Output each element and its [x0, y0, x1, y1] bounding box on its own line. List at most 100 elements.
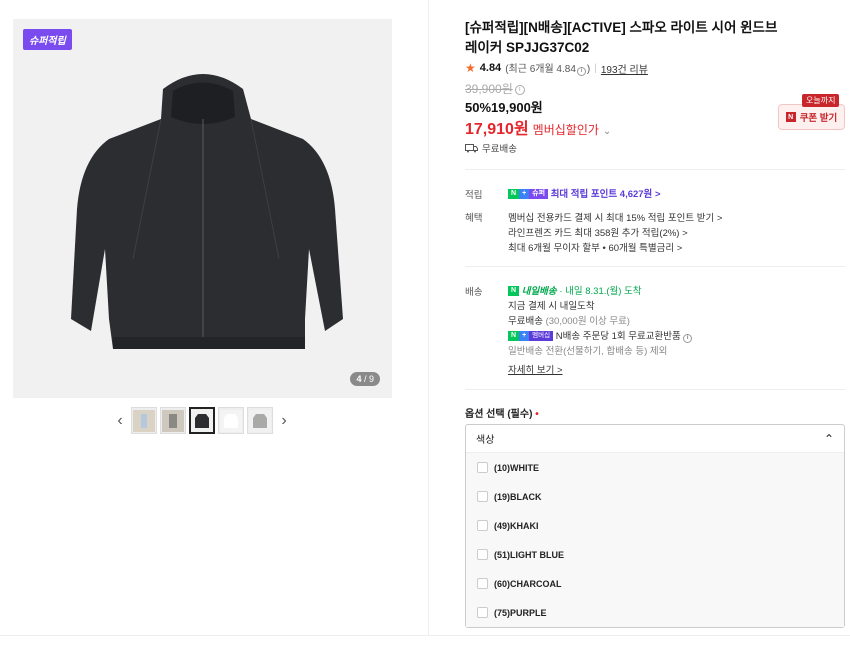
original-price: 39,900원 i [465, 80, 525, 97]
separator: | [594, 62, 597, 74]
option-label: (19)BLACK [494, 491, 542, 502]
max-points-link: 최대 적립 포인트 4,627원 > [550, 189, 661, 200]
option-label: (10)WHITE [494, 462, 539, 473]
required-mark: • [535, 409, 539, 420]
today-only-badge: 오늘까지 [802, 94, 840, 107]
image-page-counter: 4 / 9 [350, 372, 380, 386]
coupon-label: 쿠폰 받기 [799, 113, 838, 124]
bottom-divider [0, 635, 850, 636]
checkbox[interactable] [477, 607, 488, 618]
rating-recent-text: (최근 6개월 4.84 [505, 64, 576, 75]
option-item-charcoal[interactable]: (60)CHARCOAL [466, 569, 844, 598]
free-shipping-row: 무료배송 [465, 141, 517, 155]
delivery-line-1: 지금 결제 시 내일도착 [508, 301, 595, 312]
option-item-purple[interactable]: (75)PURPLE [466, 598, 844, 627]
image-counter-current: 4 [356, 374, 362, 384]
naver-n-tag: N [508, 331, 520, 342]
thumbnail-strip: ‹ › [112, 407, 292, 434]
member-price-row[interactable]: 17,910원 멤버십할인가 ⌄ [465, 115, 611, 139]
product-main-image[interactable]: 슈퍼적립 4 / 9 [13, 19, 392, 398]
tomorrow-delivery: 내일배송 [521, 286, 557, 297]
thumbnail-5[interactable] [247, 407, 273, 434]
benefit-line-2[interactable]: 라인프렌즈 카드 최대 358원 추가 적립(2%) > [508, 225, 688, 239]
rating-recent-close: ) [586, 64, 591, 75]
sale-price: 19,900원 [491, 100, 543, 115]
section-divider [465, 266, 845, 267]
checkbox[interactable] [477, 549, 488, 560]
delivery-line-3: N + 멤버십 N배송 주문당 1회 무료교환반품 i [508, 328, 693, 343]
delivery-label: 배송 [465, 287, 483, 298]
delivery-more-link[interactable]: 자세히 보기 > [508, 362, 563, 376]
info-icon[interactable]: i [514, 84, 525, 95]
color-dropdown[interactable]: 색상 ⌃ (10)WHITE (19)BLACK (49)KHAKI (51)L… [465, 424, 845, 628]
arrival-date: · 내일 8.31.(월) 도착 [559, 286, 642, 297]
rating-recent: (최근 6개월 4.84 i) [505, 60, 590, 76]
truck-icon [465, 143, 478, 152]
option-label: (51)LIGHT BLUE [494, 549, 565, 560]
chevron-right-icon[interactable]: › [276, 407, 292, 434]
checkbox[interactable] [477, 578, 488, 589]
checkbox[interactable] [477, 491, 488, 502]
option-label: (60)CHARCOAL [494, 578, 562, 589]
benefit-label: 혜택 [465, 213, 483, 224]
dropdown-header[interactable]: 색상 ⌃ [466, 425, 844, 453]
benefit-line-3[interactable]: 최대 6개월 무이자 할부 • 60개월 특별금리 > [508, 240, 682, 254]
option-label: (49)KHAKI [494, 520, 539, 531]
chevron-left-icon[interactable]: ‹ [112, 407, 128, 434]
super-tag: 슈퍼 [529, 189, 549, 200]
dropdown-options: (10)WHITE (19)BLACK (49)KHAKI (51)LIGHT … [466, 453, 844, 627]
member-price: 17,910원 [465, 121, 529, 138]
naver-n-tag: N [508, 189, 520, 200]
rating-score: 4.84 [479, 62, 502, 74]
section-divider [465, 169, 845, 170]
thumbnail-4[interactable] [218, 407, 244, 434]
coupon-button[interactable]: N 쿠폰 받기 [778, 104, 845, 130]
image-counter-total: / 9 [363, 374, 374, 384]
plus-tag: + [519, 331, 530, 342]
option-item-black[interactable]: (19)BLACK [466, 482, 844, 511]
option-select-label: 옵션 선택 (필수) • [465, 405, 539, 420]
option-select-text: 옵션 선택 (필수) [465, 409, 533, 420]
delivery-line-2: 무료배송 (30,000원 이상 무료) [508, 313, 630, 327]
chevron-up-icon: ⌃ [823, 431, 834, 446]
delivery-free-condition: (30,000원 이상 무료) [545, 316, 630, 327]
info-icon[interactable]: i [576, 67, 586, 76]
delivery-free-text: 무료배송 [508, 316, 543, 327]
points-row[interactable]: N + 슈퍼 최대 적립 포인트 4,627원 > [508, 186, 661, 200]
member-price-label: 멤버십할인가 [532, 123, 599, 137]
option-item-white[interactable]: (10)WHITE [466, 453, 844, 482]
option-item-khaki[interactable]: (49)KHAKI [466, 511, 844, 540]
delivery-arrival-row: N 내일배송 · 내일 8.31.(월) 도착 [508, 283, 642, 297]
free-shipping-text: 무료배송 [482, 144, 517, 155]
info-icon[interactable]: i [683, 334, 693, 343]
star-icon: ★ [465, 61, 476, 75]
thumbnail-1[interactable] [131, 407, 157, 434]
naver-n-icon: N [785, 112, 796, 122]
naver-n-tag: N [508, 286, 520, 297]
discount-rate: 50% [465, 100, 492, 115]
original-price-value: 39,900원 [465, 82, 513, 96]
reviews-link[interactable]: 193건 리뷰 [601, 61, 648, 76]
delivery-line-4: 일반배송 전환(선물하기, 합배송 등) 제외 [508, 346, 668, 357]
membership-tag: 멤버십 [529, 331, 554, 342]
product-title: [슈퍼적립][N배송][ACTIVE] 스파오 라이트 시어 윈드브레이커 SP… [465, 20, 778, 55]
panel-divider [428, 0, 429, 636]
benefit-line-1[interactable]: 멤버십 전용카드 결제 시 최대 15% 적립 포인트 받기 > [508, 210, 722, 224]
sale-price-row: 50%19,900원 [465, 97, 543, 116]
rating-row: ★ 4.84 (최근 6개월 4.84 i) | 193건 리뷰 [465, 60, 648, 76]
plus-tag: + [519, 189, 530, 200]
gallery-panel: 슈퍼적립 4 / 9 ‹ › [0, 0, 428, 636]
option-label: (75)PURPLE [494, 607, 547, 618]
jacket-image [13, 19, 392, 398]
option-item-light-blue[interactable]: (51)LIGHT BLUE [466, 540, 844, 569]
checkbox[interactable] [477, 462, 488, 473]
free-exchange-text: N배송 주문당 1회 무료교환반품 [555, 331, 681, 342]
super-points-badge: 슈퍼적립 [23, 29, 72, 50]
points-label: 적립 [465, 190, 483, 201]
thumbnail-3-selected[interactable] [189, 407, 215, 434]
thumbnail-2[interactable] [160, 407, 186, 434]
checkbox[interactable] [477, 520, 488, 531]
dropdown-title: 색상 [476, 435, 495, 446]
chevron-down-icon: ⌄ [602, 126, 612, 137]
section-divider [465, 389, 845, 390]
